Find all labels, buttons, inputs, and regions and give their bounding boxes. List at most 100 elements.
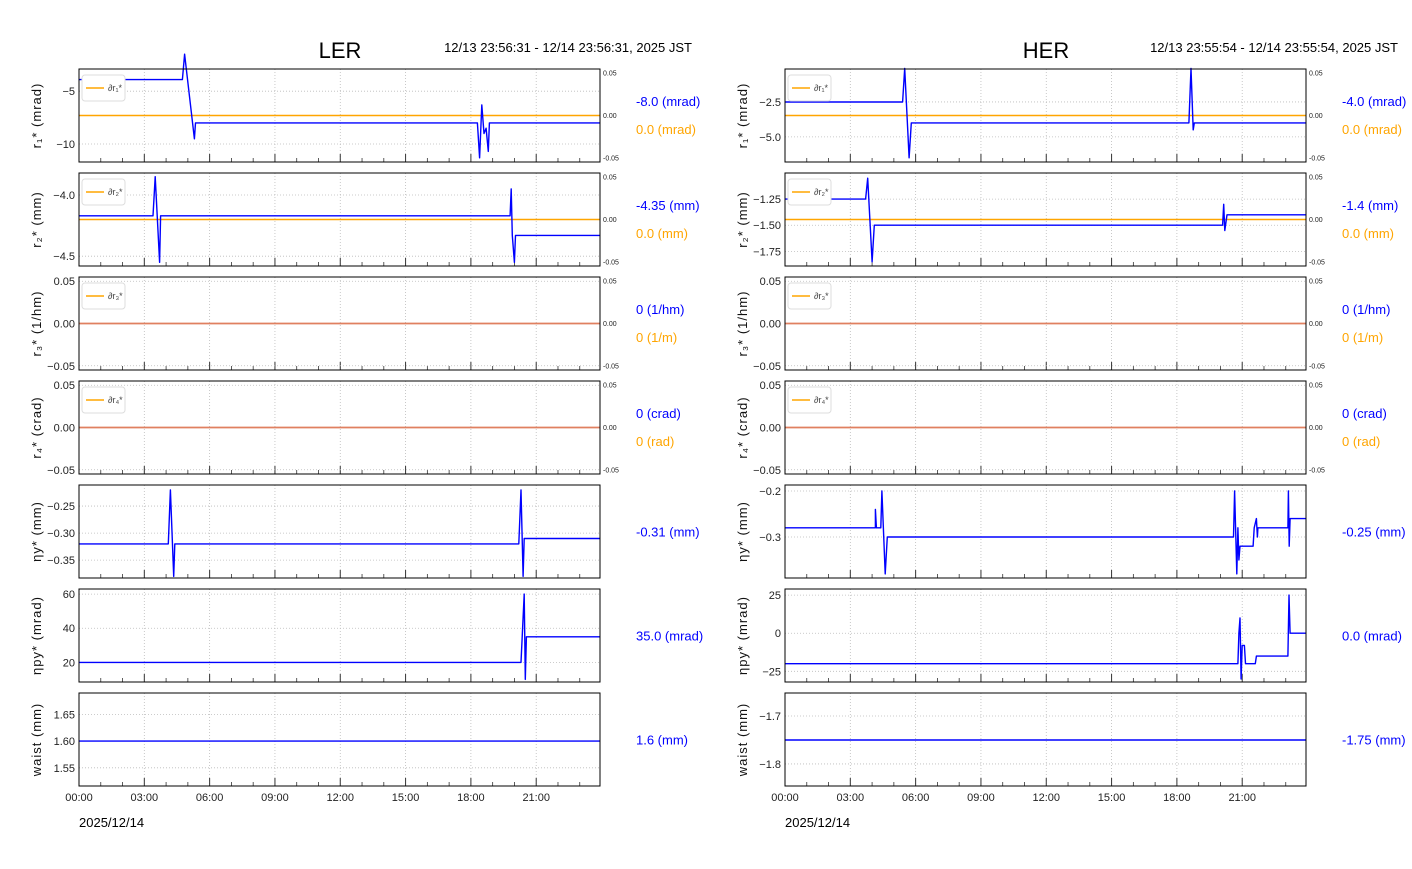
legend-label: ∂r₃* — [814, 291, 829, 301]
current-value-label: 0 (rad) — [1342, 434, 1380, 449]
legend: ∂r₂* — [787, 178, 832, 206]
y-tick-label: −1.75 — [753, 246, 781, 258]
y-tick-label: −0.05 — [753, 465, 781, 477]
x-tick-label: 15:00 — [1098, 792, 1126, 804]
y-tick-label: 0.05 — [760, 276, 781, 288]
x-tick-label: 00:00 — [65, 792, 93, 804]
panel-frame — [784, 484, 1307, 579]
y-tick-label: −0.25 — [47, 501, 75, 513]
y-tick-label: 1.60 — [54, 736, 75, 748]
main-series-line — [785, 594, 1306, 680]
current-value-label: 0 (crad) — [636, 406, 681, 421]
y-tick-label: 25 — [769, 590, 781, 602]
main-series-line — [785, 67, 1306, 159]
x-tick-label: 21:00 — [1228, 792, 1256, 804]
x-tick-label: 21:00 — [522, 792, 550, 804]
current-value-label: 0 (1/m) — [1342, 330, 1383, 345]
right-y-tick-label: -0.05 — [603, 468, 619, 475]
right-y-tick-label: 0.05 — [1309, 279, 1323, 286]
x-tick-label: 03:00 — [131, 792, 159, 804]
y-axis-label: r₁* (mrad) — [29, 83, 44, 149]
right-y-tick-label: 0.00 — [603, 217, 617, 224]
panel: 0.05 0.00 −0.05 0.05 0.00 -0.05 ∂r₃* r₃* (1/hm)… — [29, 276, 684, 373]
right-y-tick-label: 0.00 — [603, 425, 617, 432]
y-axis-label: r₂* (mm) — [29, 191, 44, 247]
y-tick-label: 20 — [63, 657, 75, 669]
y-tick-label: −1.8 — [759, 759, 781, 771]
right-y-tick-label: 0.00 — [1309, 217, 1323, 224]
legend-label: ∂r₂* — [108, 187, 123, 197]
y-tick-label: 0.00 — [760, 423, 781, 435]
current-value-label: -4.35 (mm) — [636, 198, 700, 213]
y-tick-label: −0.30 — [47, 528, 75, 540]
current-value-label: 1.6 (mm) — [636, 733, 688, 748]
y-tick-label: 0.00 — [54, 319, 75, 331]
panel: −1.7 −1.8 waist (mm) -1.75 (mm) — [735, 692, 1406, 787]
current-value-label: 0.0 (mrad) — [1342, 629, 1402, 644]
y-tick-label: 0.05 — [54, 276, 75, 288]
panel: 0.05 0.00 −0.05 0.05 0.00 -0.05 ∂r₄* r₄* (crad)… — [29, 380, 681, 477]
right-y-tick-label: -0.05 — [1309, 364, 1325, 371]
legend-label: ∂r₃* — [108, 291, 123, 301]
current-value-label: 0.0 (mm) — [1342, 226, 1394, 241]
y-tick-label: 0.00 — [54, 423, 75, 435]
date-label: 2025/12/14 — [785, 815, 850, 830]
x-tick-label: 12:00 — [1032, 792, 1060, 804]
panel: −0.2 −0.3 ηy* (mm) -0.25 (mm) — [735, 484, 1406, 579]
y-axis-label: r₃* (1/hm) — [735, 291, 750, 357]
current-value-label: -0.31 (mm) — [636, 525, 700, 540]
panel: −2.5 −5.0 0.05 0.00 -0.05 ∂r₁* r₁* (mrad) -4.0 … — [735, 67, 1406, 163]
panel: 0.05 0.00 −0.05 0.05 0.00 -0.05 ∂r₄* r₄* (crad)… — [735, 380, 1387, 477]
panel: −0.25 −0.30 −0.35ηy* (mm) -0.31 (mm) — [29, 484, 700, 579]
current-value-label: 0 (1/hm) — [636, 302, 684, 317]
right-y-tick-label: -0.05 — [1309, 468, 1325, 475]
x-tick-label: 00:00 — [771, 792, 799, 804]
y-tick-label: −0.05 — [753, 361, 781, 373]
right-y-tick-label: 0.00 — [1309, 425, 1323, 432]
right-y-tick-label: -0.05 — [603, 156, 619, 163]
panel: 0.05 0.00 −0.05 0.05 0.00 -0.05 ∂r₃* r₃* (1/hm)… — [735, 276, 1390, 373]
y-axis-label: waist (mm) — [29, 703, 44, 778]
y-tick-label: 1.65 — [54, 709, 75, 721]
her-chart-column: HER 12/13 23:55:54 - 12/14 23:55:54, 2025… — [735, 38, 1406, 830]
main-series-line — [79, 53, 600, 159]
main-series-line — [79, 593, 600, 681]
right-y-tick-label: -0.05 — [1309, 156, 1325, 163]
legend: ∂r₂* — [81, 178, 126, 206]
current-value-label: 35.0 (mrad) — [636, 629, 703, 644]
right-y-tick-label: 0.05 — [603, 383, 617, 390]
legend: ∂r₁* — [787, 74, 832, 102]
legend: ∂r₃* — [787, 282, 832, 310]
panel-frame — [78, 692, 601, 787]
legend-label: ∂r₄* — [108, 395, 123, 405]
y-tick-label: 40 — [63, 623, 75, 635]
legend-label: ∂r₁* — [814, 83, 828, 93]
y-axis-label: ηy* (mm) — [29, 501, 44, 562]
x-tick-label: 09:00 — [261, 792, 289, 804]
current-value-label: -1.75 (mm) — [1342, 733, 1406, 748]
current-value-label: 0 (rad) — [636, 434, 674, 449]
x-tick-label: 03:00 — [837, 792, 865, 804]
y-tick-label: 0 — [775, 628, 781, 640]
y-tick-label: −5 — [62, 86, 75, 98]
current-value-label: 0 (1/m) — [636, 330, 677, 345]
legend: ∂r₄* — [787, 386, 832, 414]
legend: ∂r₄* — [81, 386, 126, 414]
current-value-label: 0.0 (mm) — [636, 226, 688, 241]
right-y-tick-label: 0.00 — [1309, 113, 1323, 120]
y-tick-label: 60 — [63, 589, 75, 601]
y-tick-label: −1.7 — [759, 711, 781, 723]
y-axis-label: r₄* (crad) — [735, 396, 750, 458]
current-value-label: 0 (crad) — [1342, 406, 1387, 421]
y-axis-label: ηy* (mm) — [735, 501, 750, 562]
y-axis-label: r₁* (mrad) — [735, 83, 750, 149]
panel: −4.0 −4.5 0.05 0.00 -0.05 ∂r₂* r₂* (mm) -4.35 (… — [29, 172, 700, 267]
x-tick-label: 06:00 — [902, 792, 930, 804]
y-tick-label: −10 — [56, 139, 75, 151]
beam-parameter-figure: LER 12/13 23:56:31 - 12/14 23:56:31, 2025… — [29, 38, 1406, 830]
right-y-tick-label: -0.05 — [603, 364, 619, 371]
y-axis-label: ηpy* (mrad) — [735, 596, 750, 675]
right-y-tick-label: 0.05 — [603, 175, 617, 182]
y-tick-label: 1.55 — [54, 763, 75, 775]
current-value-label: -0.25 (mm) — [1342, 525, 1406, 540]
